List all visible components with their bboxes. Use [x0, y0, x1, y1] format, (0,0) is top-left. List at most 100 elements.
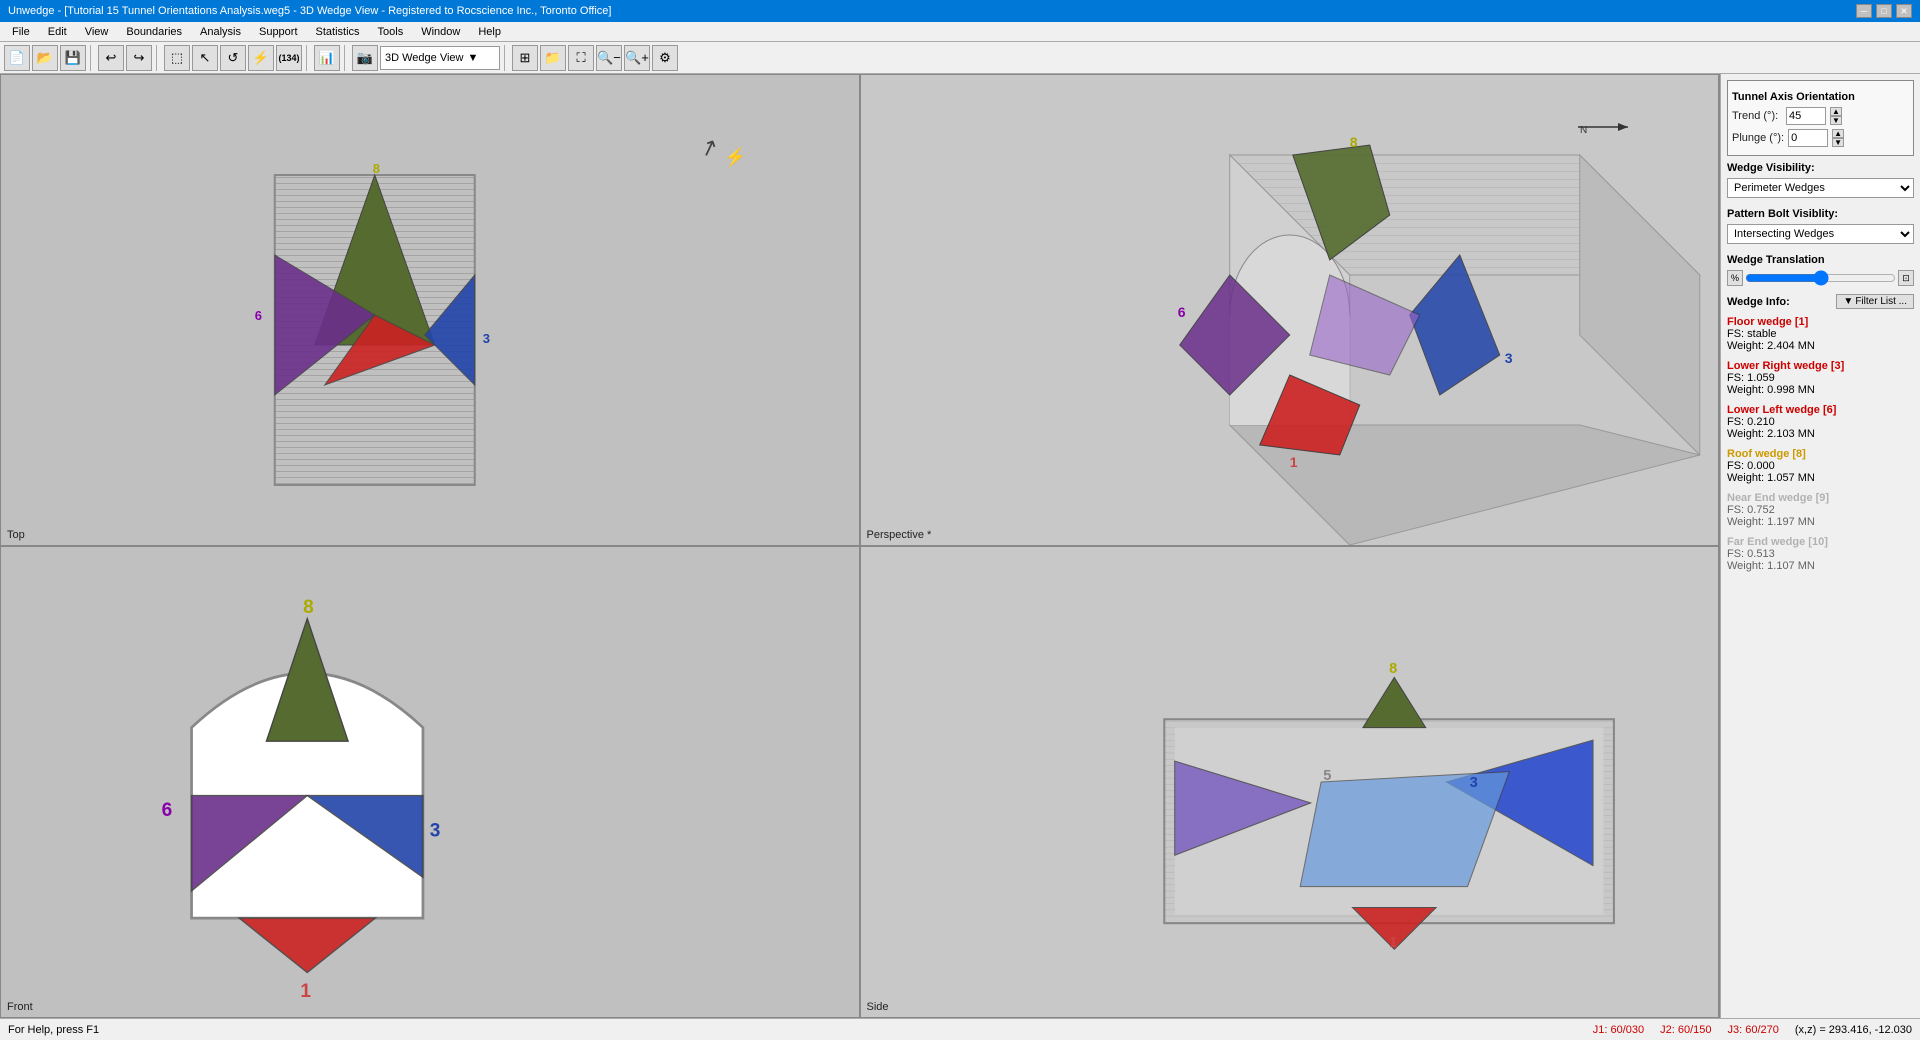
svg-text:6: 6: [162, 800, 173, 821]
new-button[interactable]: 📄: [4, 45, 30, 71]
perspective-view-svg: 8 6 3 1: [861, 75, 1719, 545]
wedge-entry-near-end[interactable]: Near End wedge [9] FS: 0.752 Weight: 1.1…: [1727, 492, 1914, 528]
label-3-top: 3: [483, 331, 490, 346]
trend-up[interactable]: ▲: [1830, 107, 1842, 116]
main-container: 8 6 3 Top ↗ ⚡: [0, 74, 1920, 1018]
wedge-roof-name: Roof wedge [8]: [1727, 448, 1914, 460]
wedge-far-end-weight: Weight: 1.107 MN: [1727, 560, 1914, 572]
filter-icon: ▼: [1843, 296, 1853, 307]
plunge-label: Plunge (°):: [1732, 132, 1784, 144]
label-3-persp: 3: [1504, 350, 1512, 366]
wedge-lower-right-weight: Weight: 0.998 MN: [1727, 384, 1914, 396]
wedge-entry-floor[interactable]: Floor wedge [1] FS: stable Weight: 2.404…: [1727, 316, 1914, 352]
wedge-entry-far-end[interactable]: Far End wedge [10] FS: 0.513 Weight: 1.1…: [1727, 536, 1914, 572]
fullscreen-button[interactable]: ⛶: [568, 45, 594, 71]
top-view-svg: 8 6 3: [1, 75, 859, 545]
toolbar: 📄 📂 💾 ↩ ↪ ⬚ ↖ ↺ ⚡ (134) 📊 📷 3D Wedge Vie…: [0, 42, 1920, 74]
viewport-perspective[interactable]: 8 6 3 1 N Perspective *: [860, 74, 1720, 546]
trend-row: Trend (°): ▲ ▼: [1732, 107, 1909, 125]
select-button[interactable]: ⬚: [164, 45, 190, 71]
wedge-floor-name: Floor wedge [1]: [1727, 316, 1914, 328]
label-6-top: 6: [255, 308, 262, 323]
svg-text:1: 1: [1389, 935, 1397, 951]
window-controls: ─ □ ✕: [1856, 4, 1912, 18]
menu-view[interactable]: View: [77, 24, 117, 40]
svg-text:1: 1: [300, 981, 311, 1002]
view-dropdown-arrow: ▼: [467, 52, 478, 64]
toolbar-separator-5: [504, 45, 508, 71]
redo-button[interactable]: ↪: [126, 45, 152, 71]
plunge-input[interactable]: [1788, 129, 1828, 147]
wedge-roof-weight: Weight: 1.057 MN: [1727, 472, 1914, 484]
menu-boundaries[interactable]: Boundaries: [118, 24, 190, 40]
wedge-far-end-fs: FS: 0.513: [1727, 548, 1914, 560]
pointer-button[interactable]: ↖: [192, 45, 218, 71]
view-dropdown[interactable]: 3D Wedge View ▼: [380, 46, 500, 70]
wedge-info-section: Wedge Info: ▼ Filter List ... Floor wedg…: [1727, 290, 1914, 572]
menu-window[interactable]: Window: [413, 24, 468, 40]
wedge-entry-lower-left[interactable]: Lower Left wedge [6] FS: 0.210 Weight: 2…: [1727, 404, 1914, 440]
viewport-front-label: Front: [7, 1001, 33, 1013]
wedge-lower-left-name: Lower Left wedge [6]: [1727, 404, 1914, 416]
menu-tools[interactable]: Tools: [370, 24, 412, 40]
title-bar: Unwedge - [Tutorial 15 Tunnel Orientatio…: [0, 0, 1920, 22]
count-button[interactable]: (134): [276, 45, 302, 71]
j1-label: J1: 60/030: [1593, 1024, 1644, 1036]
wedge-near-end-name: Near End wedge [9]: [1727, 492, 1914, 504]
menu-analysis[interactable]: Analysis: [192, 24, 249, 40]
open-button[interactable]: 📂: [32, 45, 58, 71]
svg-text:N: N: [1580, 125, 1587, 136]
menu-help[interactable]: Help: [470, 24, 509, 40]
wedge-translation-section: Wedge Translation % ⊡: [1727, 254, 1914, 286]
wedge-visibility-dropdown[interactable]: Perimeter Wedges: [1727, 178, 1914, 198]
wedge-entry-roof[interactable]: Roof wedge [8] FS: 0.000 Weight: 1.057 M…: [1727, 448, 1914, 484]
undo-button[interactable]: ↩: [98, 45, 124, 71]
wedge-lower-right-name: Lower Right wedge [3]: [1727, 360, 1914, 372]
svg-text:5: 5: [1323, 768, 1331, 784]
maximize-button[interactable]: □: [1876, 4, 1892, 18]
slider-right-btn[interactable]: ⊡: [1898, 270, 1914, 286]
plunge-row: Plunge (°): ▲ ▼: [1732, 129, 1909, 147]
menu-support[interactable]: Support: [251, 24, 306, 40]
plunge-up[interactable]: ▲: [1832, 129, 1844, 138]
trend-input[interactable]: [1786, 107, 1826, 125]
zoom-out-button[interactable]: 🔍−: [596, 45, 622, 71]
camera-button[interactable]: 📷: [352, 45, 378, 71]
plunge-down[interactable]: ▼: [1832, 138, 1844, 147]
viewport-side[interactable]: 8 5 3 1 Side: [860, 546, 1720, 1018]
view-dropdown-label: 3D Wedge View: [385, 52, 463, 64]
layout-button[interactable]: ⊞: [512, 45, 538, 71]
settings-button[interactable]: ⚙: [652, 45, 678, 71]
slider-left-btn[interactable]: %: [1727, 270, 1743, 286]
minimize-button[interactable]: ─: [1856, 4, 1872, 18]
wedge-entry-lower-right[interactable]: Lower Right wedge [3] FS: 1.059 Weight: …: [1727, 360, 1914, 396]
menu-statistics[interactable]: Statistics: [308, 24, 368, 40]
pattern-bolt-dropdown[interactable]: Intersecting Wedges: [1727, 224, 1914, 244]
rotate-button[interactable]: ↺: [220, 45, 246, 71]
wedge-info-header: Wedge Info: ▼ Filter List ...: [1727, 290, 1914, 312]
file2-button[interactable]: 📁: [540, 45, 566, 71]
filter-list-button[interactable]: ▼ Filter List ...: [1836, 294, 1914, 309]
viewport-top[interactable]: 8 6 3 Top ↗ ⚡: [0, 74, 860, 546]
lightning-icon: ⚡: [724, 147, 746, 168]
wedge-visibility-label: Wedge Visibility:: [1727, 162, 1914, 174]
save-button[interactable]: 💾: [60, 45, 86, 71]
viewport-top-label: Top: [7, 529, 25, 541]
svg-text:3: 3: [430, 820, 441, 841]
wedge-lower-left-fs: FS: 0.210: [1727, 416, 1914, 428]
wedge-near-end-weight: Weight: 1.197 MN: [1727, 516, 1914, 528]
close-button[interactable]: ✕: [1896, 4, 1912, 18]
zoom-in-button[interactable]: 🔍+: [624, 45, 650, 71]
status-coords-section: J1: 60/030 J2: 60/150 J3: 60/270 (x,z) =…: [1593, 1024, 1912, 1036]
wedge-floor-fs: FS: stable: [1727, 328, 1914, 340]
table-button[interactable]: 📊: [314, 45, 340, 71]
menu-edit[interactable]: Edit: [40, 24, 75, 40]
wedge-roof-fs: FS: 0.000: [1727, 460, 1914, 472]
trend-down[interactable]: ▼: [1830, 116, 1842, 125]
toolbar-separator-3: [306, 45, 310, 71]
viewport-front[interactable]: 8 6 3 1 Front: [0, 546, 860, 1018]
toolbar-separator-1: [90, 45, 94, 71]
wedge-translation-slider[interactable]: [1745, 271, 1896, 285]
menu-file[interactable]: File: [4, 24, 38, 40]
bolt-button[interactable]: ⚡: [248, 45, 274, 71]
